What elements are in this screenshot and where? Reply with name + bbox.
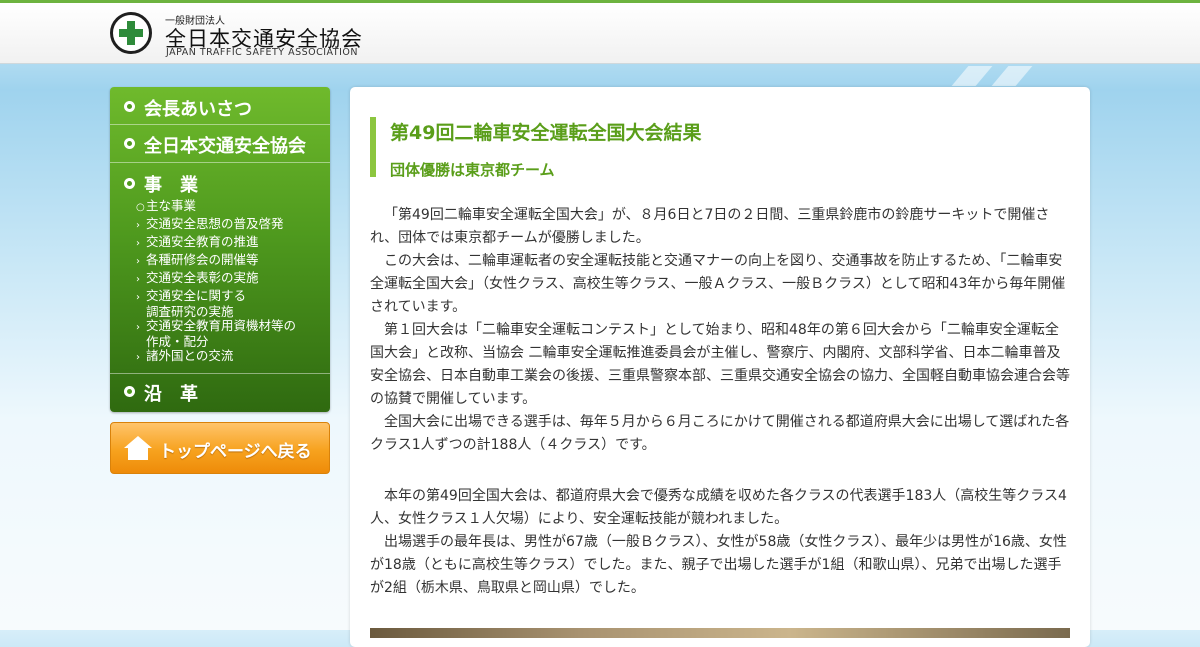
sidebar-subitem-research[interactable]: › 交通安全に関する 調査研究の実施 (136, 289, 246, 319)
article-paragraph: 本年の第49回全国大会は、都道府県大会で優秀な成績を収めた各クラスの代表選手18… (370, 488, 1067, 527)
back-to-top-page-button[interactable]: トップページへ戻る (110, 422, 330, 474)
sidebar-item-label: 沿 革 (144, 384, 198, 405)
divider (110, 373, 330, 374)
site-header: 一般財団法人 全日本交通安全協会 JAPAN TRAFFIC SAFETY AS… (0, 0, 1200, 64)
decorative-stripe (951, 66, 993, 86)
title-accent-bar (370, 117, 376, 177)
sidebar-item-label: 全日本交通安全協会 (144, 136, 306, 157)
sidebar-subitem-education[interactable]: › 交通安全教育の推進 (136, 235, 259, 251)
bullet-icon (124, 386, 135, 397)
sidebar-item-label: 事 業 (144, 175, 198, 196)
sidebar-item-greeting[interactable]: 会長あいさつ (110, 95, 330, 121)
sidebar-subitem-training[interactable]: › 各種研修会の開催等 (136, 253, 259, 269)
article-paragraph: 第１回大会は「二輪車安全運転コンテスト」として始まり、昭和48年の第６回大会から… (370, 322, 1070, 407)
page-subtitle: 団体優勝は東京都チーム (390, 161, 555, 179)
sidebar-nav: 会長あいさつ 全日本交通安全協会 事 業 ○主な事業 › 交通安全思想の普及啓発 … (110, 87, 330, 412)
page-title: 第49回二輪車安全運転全国大会結果 (390, 122, 702, 144)
bullet-icon (124, 178, 135, 189)
home-icon (124, 436, 152, 460)
logo-icon[interactable] (110, 12, 152, 54)
bullet-icon (124, 101, 135, 112)
article-paragraph: 出場選手の最年長は、男性が67歳（一般Ｂクラス）、女性が58歳（女性クラス）、最… (370, 534, 1067, 596)
article-paragraph: この大会は、二輪車運転者の安全運転技能と交通マナーの向上を図り、交通事故を防止す… (370, 253, 1066, 315)
decorative-stripe (991, 66, 1033, 86)
divider (110, 162, 330, 163)
sidebar-subitem-materials[interactable]: › 交通安全教育用資機材等の 作成・配分 (136, 319, 296, 349)
back-to-top-label: トップページへ戻る (159, 442, 312, 462)
logo-english-name: JAPAN TRAFFIC SAFETY ASSOCIATION (166, 47, 359, 58)
main-content: 第49回二輪車安全運転全国大会結果 団体優勝は東京都チーム 「第49回二輪車安全… (350, 87, 1090, 647)
sidebar-subitem-international[interactable]: › 諸外国との交流 (136, 349, 233, 365)
sidebar-item-business[interactable]: 事 業 (110, 171, 330, 197)
sidebar-item-label: 会長あいさつ (144, 99, 252, 120)
article-paragraph: 「第49回二輪車安全運転全国大会」が、８月6日と7日の２日間、三重県鈴鹿市の鈴鹿… (370, 207, 1050, 246)
bullet-icon (124, 138, 135, 149)
sidebar-item-history[interactable]: 沿 革 (110, 380, 330, 406)
sidebar-subitem-awareness[interactable]: › 交通安全思想の普及啓発 (136, 217, 284, 233)
article-paragraph: 全国大会に出場できる選手は、毎年５月から６月ころにかけて開催される都道府県大会に… (370, 414, 1070, 453)
sidebar-subitem-awards[interactable]: › 交通安全表彰の実施 (136, 271, 259, 287)
sidebar-subitem-main-business[interactable]: ○主な事業 (136, 199, 196, 215)
sidebar-item-association[interactable]: 全日本交通安全協会 (110, 132, 330, 158)
divider (110, 124, 330, 125)
